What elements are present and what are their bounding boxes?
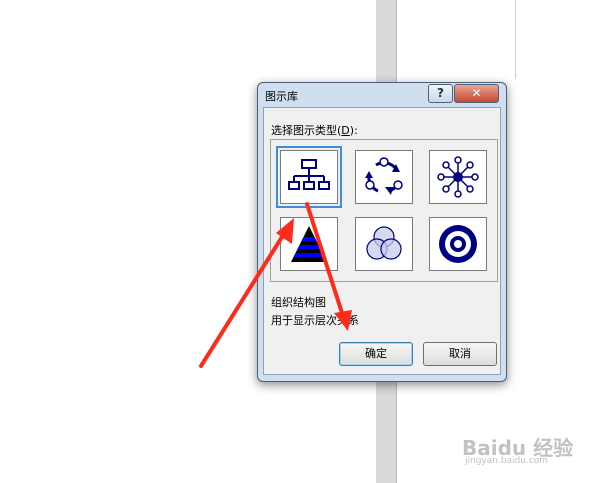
- help-button[interactable]: ?: [428, 84, 453, 103]
- diagram-gallery-dialog: 图示库 ? ✕ 选择图示类型(D): 组织结构图 用于显示层次关系 确定 取消: [257, 82, 507, 382]
- diagram-description-text: 用于显示层次关系: [271, 314, 359, 327]
- target-diagram-icon: [439, 225, 477, 263]
- diagram-description-title: 组织结构图: [271, 296, 326, 309]
- organization-chart-icon: [288, 159, 330, 190]
- dialog-body: 选择图示类型(D): 组织结构图 用于显示层次关系 确定 取消: [263, 107, 501, 375]
- diagram-option-pyramid[interactable]: [280, 217, 338, 271]
- dialog-title: 图示库: [265, 90, 298, 103]
- cancel-button[interactable]: 取消: [423, 342, 497, 366]
- diagram-option-organization-chart[interactable]: [276, 146, 342, 208]
- diagram-option-target[interactable]: [429, 217, 487, 271]
- diagram-option-cycle[interactable]: [355, 150, 413, 204]
- diagram-option-radial[interactable]: [429, 150, 487, 204]
- diagram-type-label: 选择图示类型(D):: [271, 124, 358, 137]
- dialog-titlebar[interactable]: 图示库 ? ✕: [258, 83, 506, 105]
- venn-diagram-icon: [366, 226, 402, 260]
- baidu-watermark-url: jingyan.baidu.com: [465, 456, 549, 466]
- diagram-option-venn[interactable]: [355, 217, 413, 271]
- radial-diagram-icon: [437, 156, 479, 198]
- close-button[interactable]: ✕: [454, 84, 499, 103]
- diagram-type-list: [270, 139, 498, 282]
- pyramid-diagram-icon: [291, 226, 327, 262]
- ok-button[interactable]: 确定: [339, 342, 413, 366]
- cycle-diagram-icon: [365, 157, 403, 195]
